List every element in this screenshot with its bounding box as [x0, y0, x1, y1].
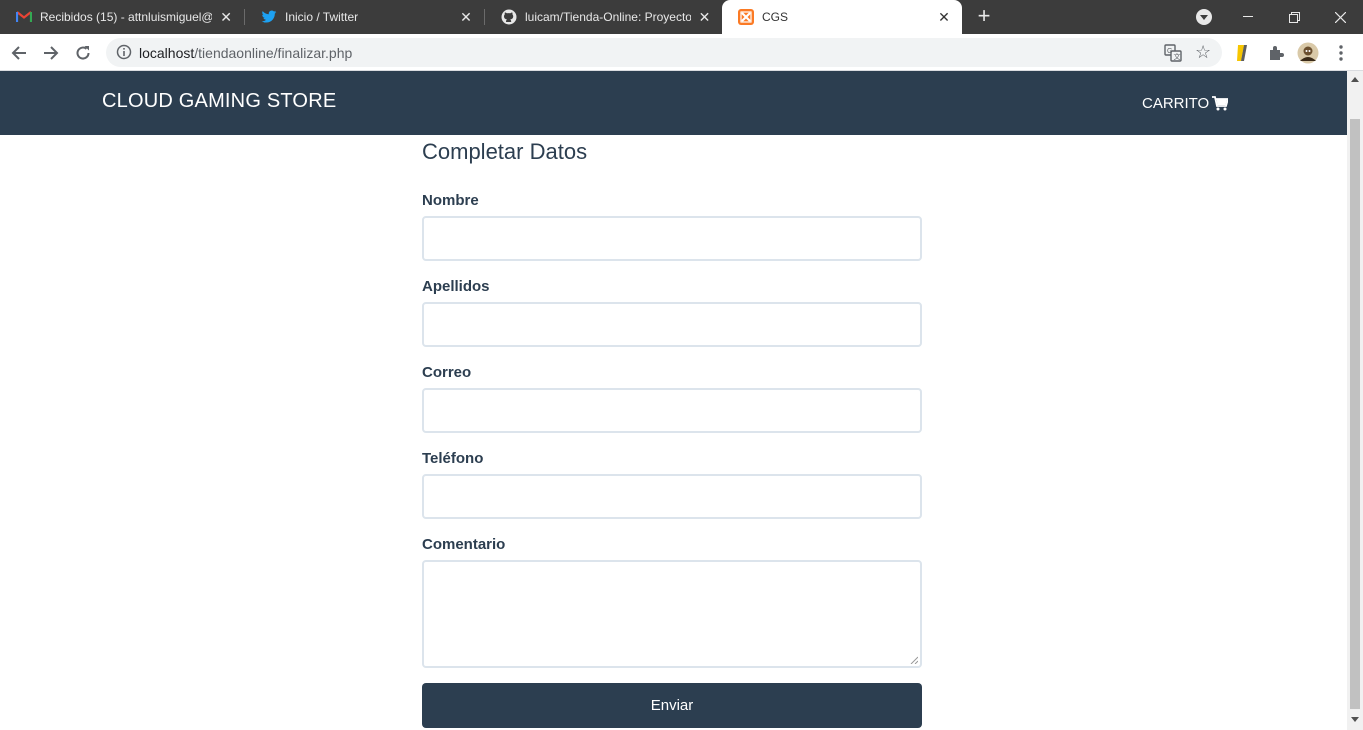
nombre-input[interactable] — [422, 216, 922, 261]
menu-kebab-icon[interactable] — [1330, 42, 1352, 64]
close-icon[interactable]: ✕ — [697, 9, 712, 25]
github-icon — [501, 9, 517, 25]
new-tab-button[interactable]: + — [972, 5, 996, 29]
tab-title: luicam/Tienda-Online: Proyecto d — [525, 10, 691, 24]
comentario-label: Comentario — [422, 536, 506, 553]
info-icon[interactable] — [116, 44, 132, 60]
svg-text:文: 文 — [1174, 52, 1181, 61]
scrollbar-thumb[interactable] — [1350, 119, 1360, 709]
resize-grip-icon[interactable] — [910, 656, 918, 664]
page-viewport: CLOUD GAMING STORE CARRITO Completar Dat… — [0, 71, 1347, 730]
close-window-button[interactable] — [1317, 0, 1363, 34]
tab-title: CGS — [762, 10, 789, 24]
apellidos-input[interactable] — [422, 302, 922, 347]
forward-arrow-icon — [44, 46, 59, 60]
close-icon[interactable]: ✕ — [458, 9, 474, 25]
twitter-icon — [261, 9, 277, 25]
tab-cgs[interactable]: CGS ✕ — [722, 0, 962, 34]
xampp-icon — [738, 9, 754, 25]
reload-button[interactable] — [71, 41, 95, 65]
correo-label: Correo — [422, 364, 472, 381]
svg-text:G: G — [1167, 48, 1172, 55]
scroll-up-arrow-icon[interactable] — [1351, 77, 1359, 82]
back-arrow-icon — [11, 46, 26, 60]
cart-link[interactable]: CARRITO — [1142, 95, 1229, 112]
close-icon[interactable]: ✕ — [936, 9, 952, 25]
gmail-icon — [16, 9, 32, 25]
telefono-label: Teléfono — [422, 450, 484, 467]
submit-button[interactable]: Enviar — [422, 683, 922, 728]
tab-title: Inicio / Twitter — [285, 10, 359, 24]
reload-icon — [76, 46, 90, 60]
comentario-textarea[interactable] — [422, 560, 922, 668]
avatar[interactable] — [1297, 42, 1319, 64]
site-navbar: CLOUD GAMING STORE CARRITO — [0, 71, 1347, 135]
telefono-input[interactable] — [422, 474, 922, 519]
forward-button[interactable] — [39, 41, 63, 65]
bookmark-star-icon[interactable]: ☆ — [1195, 43, 1211, 61]
shopping-cart-icon — [1212, 96, 1229, 111]
url-text: localhost/tiendaonline/finalizar.php — [139, 45, 353, 61]
apellidos-label: Apellidos — [422, 278, 490, 295]
cart-label: CARRITO — [1142, 95, 1210, 112]
page-scrollbar[interactable] — [1347, 71, 1363, 730]
correo-input[interactable] — [422, 388, 922, 433]
minimize-button[interactable] — [1225, 0, 1271, 34]
close-icon — [1334, 11, 1346, 23]
scroll-down-arrow-icon[interactable] — [1351, 717, 1359, 722]
tab-github[interactable]: luicam/Tienda-Online: Proyecto d ✕ — [485, 0, 722, 34]
restore-button[interactable] — [1271, 0, 1317, 34]
tab-gmail[interactable]: Recibidos (15) - attnluismiguel@ ✕ — [0, 0, 244, 34]
browser-toolbar: localhost/tiendaonline/finalizar.php G文 … — [0, 34, 1363, 71]
tab-title: Recibidos (15) - attnluismiguel@ — [40, 10, 213, 24]
tab-search-button[interactable] — [1196, 9, 1212, 25]
browser-tab-strip: Recibidos (15) - attnluismiguel@ ✕ Inici… — [0, 0, 1363, 34]
tab-twitter[interactable]: Inicio / Twitter ✕ — [245, 0, 484, 34]
close-icon[interactable]: ✕ — [218, 9, 234, 25]
extensions-puzzle-icon[interactable] — [1265, 42, 1287, 64]
form-title: Completar Datos — [422, 139, 588, 164]
back-button[interactable] — [7, 41, 31, 65]
chevron-down-icon — [1200, 14, 1208, 20]
translate-icon[interactable]: G文 — [1164, 44, 1182, 62]
extension-yellow-icon[interactable] — [1231, 42, 1253, 64]
site-brand-link[interactable]: CLOUD GAMING STORE — [102, 90, 336, 113]
restore-icon — [1288, 11, 1300, 23]
minimize-icon — [1243, 16, 1253, 17]
address-bar[interactable]: localhost/tiendaonline/finalizar.php G文 … — [106, 38, 1222, 67]
nombre-label: Nombre — [422, 192, 479, 209]
